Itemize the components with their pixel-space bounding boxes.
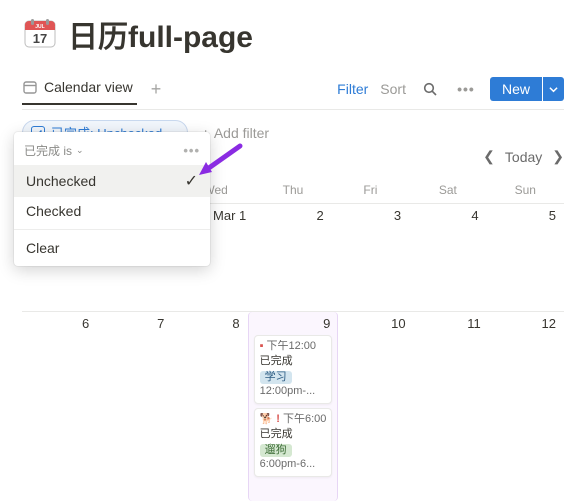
red-square-icon: ▪︎: [260, 340, 264, 354]
dow-label: Thu: [254, 179, 331, 203]
more-icon[interactable]: •••: [454, 77, 478, 101]
filter-more-icon[interactable]: •••: [183, 143, 200, 158]
date-label: 9: [254, 316, 333, 331]
check-icon: ✓: [185, 171, 198, 191]
event-card[interactable]: 🐕!下午6:00已完成遛狗6:00pm-6...: [254, 408, 333, 477]
filter-option[interactable]: Unchecked ✓: [14, 165, 210, 197]
calendar-cell[interactable]: 6: [22, 311, 97, 501]
search-icon[interactable]: [418, 77, 442, 101]
calendar-emoji-icon: 17 JUL: [22, 16, 58, 52]
event-tag: 遛狗: [260, 444, 292, 458]
dow-label: Sun: [487, 179, 564, 203]
date-label: 2: [260, 208, 325, 223]
page-title[interactable]: 日历full-page: [68, 12, 253, 56]
svg-text:17: 17: [33, 31, 47, 46]
date-label: 5: [493, 208, 558, 223]
event-top-text: 下午12:00: [267, 340, 317, 354]
view-tab-calendar[interactable]: Calendar view: [22, 79, 137, 105]
calendar-cell[interactable]: 12: [489, 311, 564, 501]
event-card[interactable]: ▪︎下午12:00已完成学习12:00pm-...: [254, 335, 333, 404]
date-label: 3: [338, 208, 403, 223]
calendar-cell[interactable]: 11: [414, 311, 489, 501]
filter-field-label: 已完成: [24, 142, 60, 159]
filter-option[interactable]: Checked: [14, 197, 210, 225]
chevron-down-icon: ⌄: [76, 145, 84, 156]
add-view-button[interactable]: +: [151, 80, 162, 104]
svg-text:JUL: JUL: [35, 24, 44, 30]
event-top-text: 下午6:00: [283, 413, 326, 427]
filter-button[interactable]: Filter: [337, 81, 368, 97]
filter-operator[interactable]: is: [63, 144, 72, 158]
filter-dropdown: 已完成 is ⌄ ••• Unchecked ✓ Checked Clear: [14, 132, 210, 266]
new-button-label: New: [490, 77, 542, 101]
filter-option-label: Checked: [26, 203, 81, 219]
filter-clear[interactable]: Clear: [14, 234, 210, 262]
event-title: 已完成: [260, 355, 327, 369]
next-button[interactable]: ❯: [552, 148, 564, 165]
date-label: 7: [103, 316, 166, 331]
dow-label: Sat: [409, 179, 486, 203]
event-time-header: 🐕!下午6:00: [260, 413, 327, 427]
calendar-cell[interactable]: 10: [338, 311, 413, 501]
prev-button[interactable]: ❮: [483, 148, 495, 165]
new-button-dropdown[interactable]: [543, 77, 564, 101]
alert-icon: !: [276, 413, 280, 427]
calendar-cell[interactable]: 8: [172, 311, 247, 501]
event-tag: 学习: [260, 371, 292, 385]
date-label: 6: [28, 316, 91, 331]
calendar-cell[interactable]: 2: [254, 203, 331, 311]
date-label: 11: [420, 316, 483, 331]
today-button[interactable]: Today: [505, 149, 542, 165]
dog-emoji-icon: 🐕: [260, 413, 274, 427]
calendar-cell[interactable]: 4: [409, 203, 486, 311]
sort-button[interactable]: Sort: [380, 81, 406, 97]
event-time-range: 6:00pm-6...: [260, 458, 327, 472]
calendar-cell[interactable]: 5: [487, 203, 564, 311]
date-label: 4: [415, 208, 480, 223]
add-filter-button[interactable]: + Add filter: [202, 125, 269, 141]
filter-clear-label: Clear: [26, 240, 59, 256]
calendar-cell[interactable]: 3: [332, 203, 409, 311]
event-title: 已完成: [260, 428, 327, 442]
today-nav: ❮ Today ❯: [483, 148, 564, 165]
calendar-cell[interactable]: 9▪︎下午12:00已完成学习12:00pm-...🐕!下午6:00已完成遛狗6…: [248, 311, 339, 501]
date-label: 12: [495, 316, 558, 331]
add-filter-label: Add filter: [214, 125, 269, 141]
date-label: 10: [344, 316, 407, 331]
calendar-icon: [22, 79, 38, 95]
event-time-header: ▪︎下午12:00: [260, 340, 327, 354]
filter-option-label: Unchecked: [26, 173, 96, 189]
calendar-cell[interactable]: 7: [97, 311, 172, 501]
view-tab-label: Calendar view: [44, 79, 133, 95]
new-button[interactable]: New: [490, 77, 564, 101]
event-time-range: 12:00pm-...: [260, 385, 327, 399]
date-label: 8: [178, 316, 241, 331]
dow-label: Fri: [332, 179, 409, 203]
divider: [14, 229, 210, 230]
